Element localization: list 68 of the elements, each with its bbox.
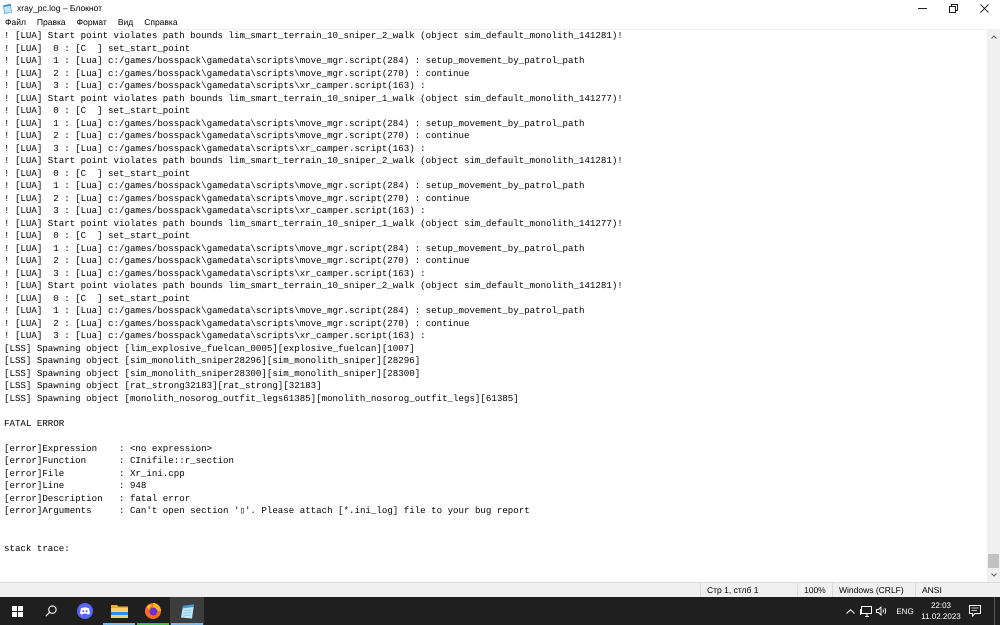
error-line: [error]Function : CInifile::r_section (4, 455, 234, 468)
log-line: ! [LUA] 2 : [Lua] c:/games/bosspack\gamedata\scripts\move_mgr.script(270) : continue (4, 192, 470, 205)
window-title: xray_pc.log – Блокнот (17, 3, 102, 13)
menu-item[interactable]: Правка (32, 16, 70, 29)
error-line: [error]Line : 948 (4, 480, 146, 492)
log-line: ! [LUA] 3 : [Lua] c:/games/bosspack\gamedata\scripts\xr_camper.script(163) : (4, 268, 426, 280)
restore-icon (949, 4, 958, 12)
monitor-icon (860, 606, 872, 616)
error-line: [error]Description : fatal error (4, 492, 190, 505)
log-line: ! [LUA] 1 : [Lua] c:/games/bosspack\gamedata\scripts\move_mgr.script(284) : setup_movement_by_patrol_path (4, 242, 584, 255)
log-line: [LSS] Spawning object [sim_monolith_sniper28296][sim_monolith_sniper][28296] (4, 355, 420, 368)
menu-item[interactable]: Файл (1, 16, 30, 29)
log-line: ! [LUA] Start point violates path bounds lim_smart_terrain_10_sniper_1_walk (object sim_default_monolith_141277)! (4, 92, 623, 105)
error-line: [error]File : Xr_ini.cpp (4, 468, 185, 480)
log-line: ! [LUA] Start point violates path bounds lim_smart_terrain_10_sniper_2_walk (object sim_default_monolith_141281)! (4, 280, 623, 292)
log-line: [LSS] Spawning object [rat_strong32183][rat_strong][32183] (4, 380, 322, 392)
log-line: ! [LUA] 2 : [Lua] c:/games/bosspack\gamedata\scripts\move_mgr.script(270) : continue (4, 130, 470, 142)
status-text: Windows (CRLF) (839, 585, 904, 595)
error-line: [error]Expression : <no expression> (4, 442, 212, 455)
log-line: ! [LUA] 3 : [Lua] c:/games/bosspack\gamedata\scripts\xr_camper.script(163) : (4, 205, 426, 218)
log-line: [LSS] Spawning object [monolith_nosorog_outfit_legs61385][monolith_nosorog_outfit_legs][61385] (4, 392, 519, 405)
status-text: 100% (804, 585, 826, 595)
stack-trace-label: stack trace: (4, 542, 70, 555)
log-line: ! [LUA] Start point violates path bounds lim_smart_terrain_10_sniper_1_walk (object sim_default_monolith_141277)! (4, 218, 623, 230)
log-line: ! [LUA] 3 : [Lua] c:/games/bosspack\gamedata\scripts\xr_camper.script(163) : (4, 142, 426, 155)
chevron-up-icon (846, 608, 854, 614)
clock-date: 11.02.2023 (921, 611, 961, 622)
log-line: ! [LUA] 0 : [C ] set_start_point (4, 42, 190, 55)
log-line: ! [LUA] 1 : [Lua] c:/games/bosspack\gamedata\scripts\move_mgr.script(284) : setup_movement_by_patrol_path (4, 55, 584, 68)
gamepad-circle-icon (77, 603, 93, 619)
notepad-icon (2, 2, 12, 14)
notepad-icon (180, 604, 194, 618)
message-icon (969, 605, 981, 617)
search-icon (45, 605, 57, 617)
flame-globe-icon (145, 603, 161, 619)
error-heading: FATAL ERROR (4, 418, 64, 430)
scrollbar[interactable] (987, 30, 1000, 582)
log-line: ! [LUA] 3 : [Lua] c:/games/bosspack\gamedata\scripts\xr_camper.script(163) : (4, 330, 426, 342)
log-line: ! [LUA] 0 : [C ] set_start_point (4, 230, 190, 242)
log-line: ! [LUA] 0 : [C ] set_start_point (4, 105, 190, 118)
log-line: ! [LUA] 2 : [Lua] c:/games/bosspack\gamedata\scripts\move_mgr.script(270) : continue (4, 68, 470, 80)
log-line: ! [LUA] 3 : [Lua] c:/games/bosspack\gamedata\scripts\xr_camper.script(163) : (4, 80, 426, 92)
scrollbar-thumb[interactable] (988, 554, 999, 568)
log-line: ! [LUA] 2 : [Lua] c:/games/bosspack\gamedata\scripts\move_mgr.script(270) : continue (4, 255, 470, 268)
log-line: [LSS] Spawning object [lim_explosive_fuelcan_0005][explosive_fuelcan][1007] (4, 342, 415, 355)
windows-icon (12, 606, 22, 616)
log-line: ! [LUA] Start point violates path bounds lim_smart_terrain_10_sniper_2_walk (object sim_default_monolith_141281)! (4, 30, 623, 42)
menu-item[interactable]: Формат (72, 16, 111, 29)
taskbar-app-button[interactable] (170, 597, 204, 625)
close-icon (980, 4, 989, 12)
log-line: [LSS] Spawning object [sim_monolith_sniper28300][sim_monolith_sniper][28300] (4, 368, 420, 380)
log-line: ! [LUA] 0 : [C ] set_start_point (4, 292, 190, 305)
error-line: [error]Arguments : Can't open section '▯'. Please attach [*.ini_log] file to your bug report (4, 505, 530, 518)
log-line: ! [LUA] Start point violates path bounds lim_smart_terrain_10_sniper_2_walk (object sim_default_monolith_141281)! (4, 155, 623, 168)
log-line: ! [LUA] 1 : [Lua] c:/games/bosspack\gamedata\scripts\move_mgr.script(284) : setup_movement_by_patrol_path (4, 118, 584, 130)
status-text: Стр 1, стлб 1 (707, 585, 758, 595)
language-button[interactable]: ENG (890, 597, 920, 625)
folder-icon (110, 604, 128, 618)
status-text: ANSI (922, 585, 942, 595)
menu-item[interactable]: Вид (114, 16, 138, 29)
log-line: ! [LUA] 1 : [Lua] c:/games/bosspack\gamedata\scripts\move_mgr.script(284) : setup_movement_by_patrol_path (4, 180, 584, 192)
speaker-icon (876, 606, 888, 616)
log-line: ! [LUA] 1 : [Lua] c:/games/bosspack\gamedata\scripts\move_mgr.script(284) : setup_movement_by_patrol_path (4, 305, 584, 318)
log-line: ! [LUA] 0 : [C ] set_start_point (4, 168, 190, 180)
menu-item[interactable]: Справка (140, 16, 182, 29)
log-line: ! [LUA] 2 : [Lua] c:/games/bosspack\gamedata\scripts\move_mgr.script(270) : continue (4, 318, 470, 330)
clock-time: 22:03 (930, 600, 952, 611)
clock-button[interactable]: 22:03 11.02.2023 (920, 597, 962, 625)
